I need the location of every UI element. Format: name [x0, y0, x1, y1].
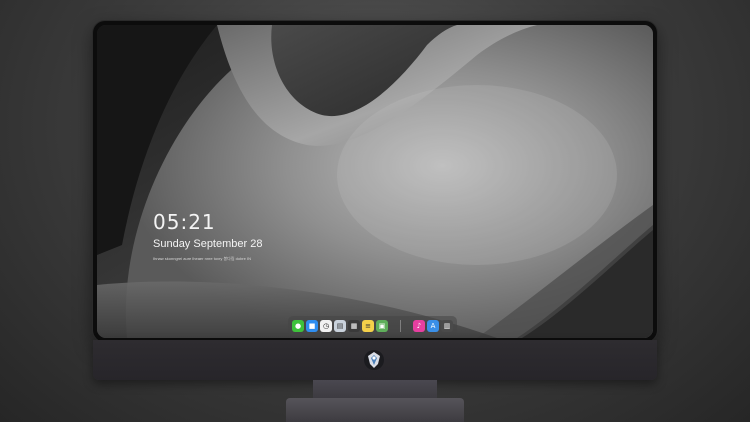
- notes-icon[interactable]: ≡: [362, 320, 374, 332]
- lock-screen: 05:21 Sunday September 28 Ihnaw skonngre…: [97, 25, 653, 338]
- dock: ● ■ ◷ ▤ ▦ ≡ ▣ ♪ A ▥: [288, 316, 457, 336]
- monitor-bezel: 05:21 Sunday September 28 Ihnaw skonngre…: [93, 21, 657, 342]
- lock-info: 05:21 Sunday September 28 Ihnaw skonngre…: [153, 211, 262, 262]
- trash-icon[interactable]: ▥: [441, 320, 453, 332]
- preview-icon[interactable]: ▤: [334, 320, 346, 332]
- lock-subline: Ihnaw skonngrei aure lheaer nnre toxry 봉…: [153, 256, 251, 261]
- wallpaper: [97, 25, 653, 338]
- messages-icon[interactable]: ●: [292, 320, 304, 332]
- clock-time: 05:21: [153, 210, 216, 234]
- final-cut-icon[interactable]: ▦: [348, 320, 360, 332]
- app-store-icon[interactable]: A: [427, 320, 439, 332]
- photos-icon[interactable]: ▣: [376, 320, 388, 332]
- finder-icon[interactable]: ■: [306, 320, 318, 332]
- monitor-stand-base: [286, 398, 464, 422]
- clock-date: Sunday September 28: [153, 238, 263, 250]
- dock-separator: [400, 320, 401, 332]
- brand-logo-icon: [364, 350, 384, 370]
- music-icon[interactable]: ♪: [413, 320, 425, 332]
- monitor-chin: [93, 340, 657, 380]
- clock-icon[interactable]: ◷: [320, 320, 332, 332]
